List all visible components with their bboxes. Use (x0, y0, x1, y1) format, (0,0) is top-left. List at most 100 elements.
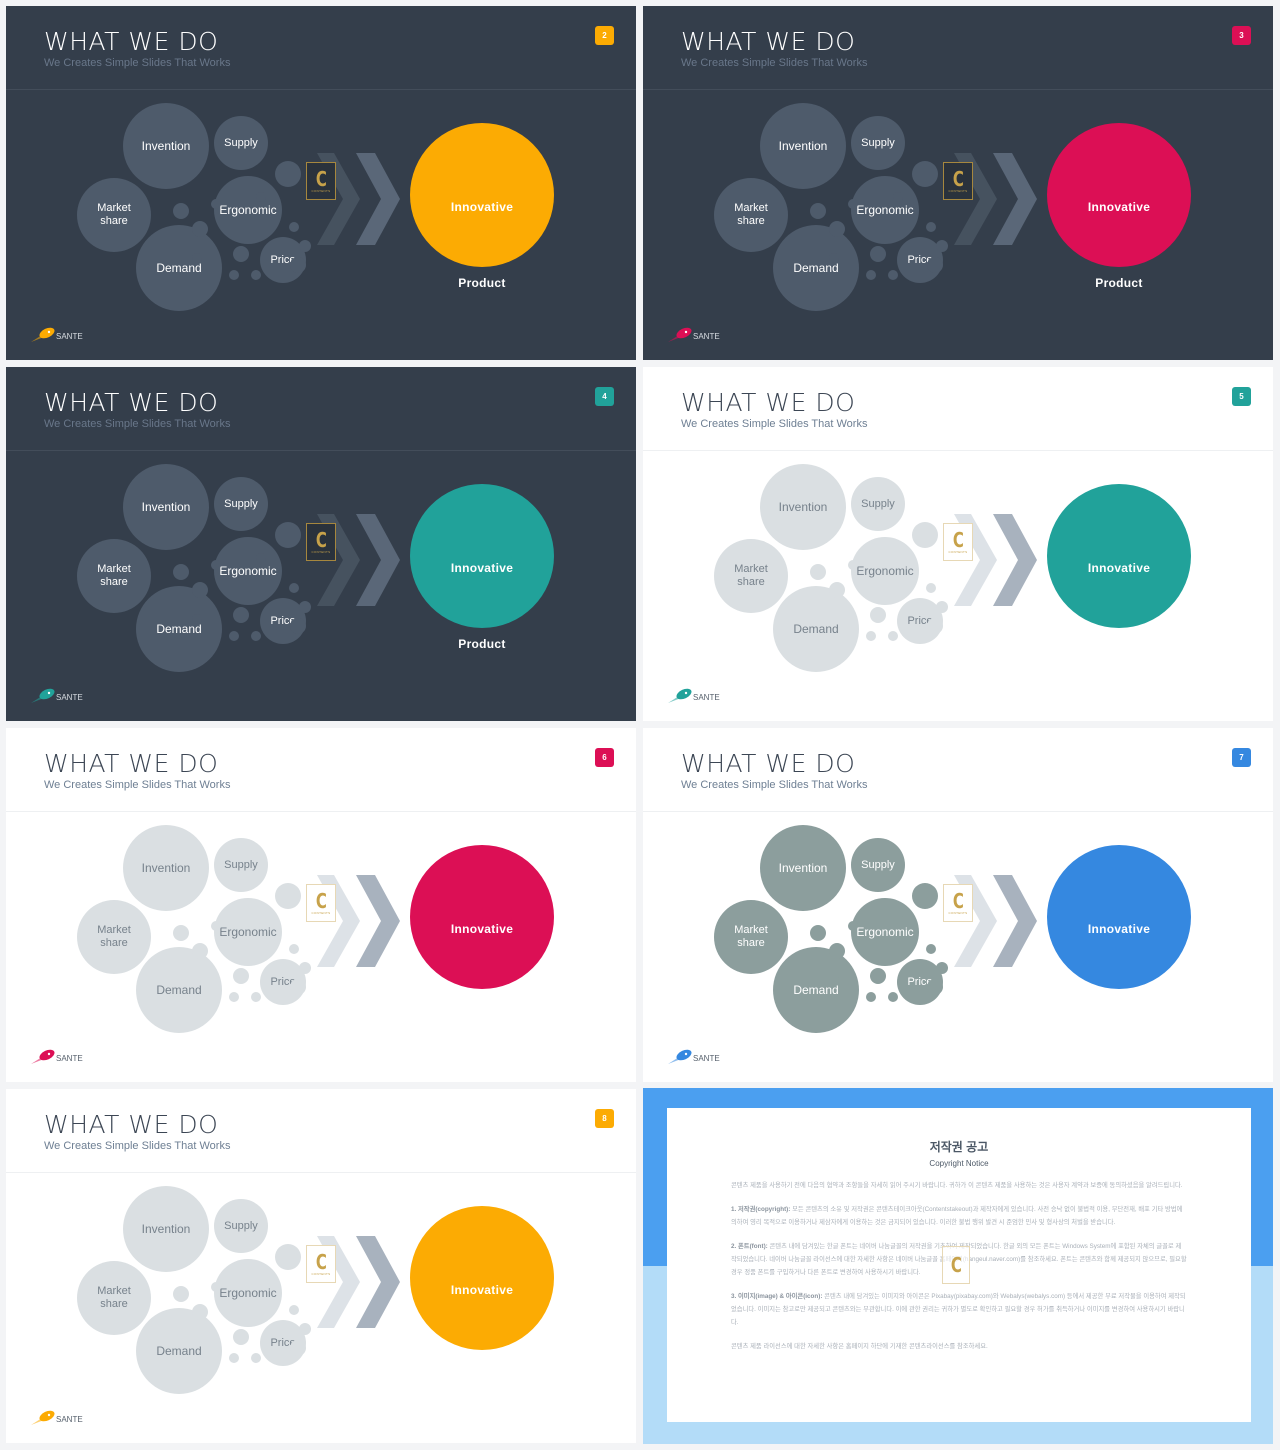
product-label-line: Product (1095, 997, 1143, 1012)
bubble-label: Invention (141, 138, 191, 153)
rocket-icon (31, 688, 55, 703)
bubble-ergonomic: Ergonomic (214, 898, 282, 966)
bubble-ergonomic: Ergonomic (214, 537, 282, 605)
bubble-diagram: Invention Supply Market share Ergonomic D… (6, 6, 636, 360)
watermark-letter: C (952, 889, 964, 913)
bubble-dot (866, 992, 876, 1002)
slide-thumbnail-8[interactable]: WHAT WE DO We Creates Simple Slides That… (6, 1089, 636, 1443)
bubble-label-line: share (737, 215, 765, 227)
bubble-dot (810, 925, 826, 941)
slide-thumbnail-5[interactable]: WHAT WE DO We Creates Simple Slides That… (643, 367, 1273, 721)
innovative-product-circle: Innovative Product (410, 1206, 554, 1372)
bubble-dot (275, 522, 301, 548)
bubble-dot (848, 921, 858, 931)
product-label-line: Product (458, 275, 506, 290)
bubble-dot (275, 883, 301, 909)
contents-watermark-logo: C CONTENTS (306, 1245, 336, 1283)
rocket-icon (668, 327, 692, 342)
bubble-market-share: Market share (714, 178, 788, 252)
section-body: 모든 콘텐츠의 소유 및 저작권은 콘텐츠테이크아웃(Contentstakeo… (731, 1206, 1183, 1226)
copyright-footer: 콘텐츠 제품 라이선스에 대한 자세한 사항은 홈페이지 하단에 기재한 콘텐츠… (731, 1343, 988, 1350)
slide-thumbnail-copyright[interactable]: 저작권 공고 Copyright Notice 콘텐츠 제품을 사용하기 전에 … (643, 1088, 1273, 1444)
rocket-icon (31, 327, 55, 342)
innovative-product-circle: Innovative Product (410, 123, 554, 289)
bubble-invention: Invention (760, 825, 846, 911)
chevron-front (356, 1236, 400, 1328)
slide-thumbnail-7[interactable]: WHAT WE DO We Creates Simple Slides That… (643, 728, 1273, 1082)
brand-logo: SANTE (30, 326, 83, 344)
bubble-dot (927, 257, 943, 273)
brand-logo: SANTE (667, 326, 720, 344)
bubble-dot (936, 601, 948, 613)
bubble-label: Ergonomic (219, 1285, 277, 1300)
chevron-front (356, 153, 400, 245)
rocket-icon (31, 1049, 55, 1064)
bubble-dot (927, 618, 943, 634)
bubble-supply: Supply (851, 116, 905, 170)
bubble-invention: Invention (123, 103, 209, 189)
bubble-ergonomic: Ergonomic (214, 1259, 282, 1327)
bubble-label: Invention (778, 860, 828, 875)
bubble-dot (290, 618, 306, 634)
innovative-product-circle: Innovative Product (1047, 123, 1191, 289)
bubble-dot (192, 1304, 208, 1320)
bubble-label: Supply (861, 497, 895, 510)
product-label: Innovative Product (451, 1234, 513, 1373)
bubble-dot (211, 1282, 221, 1292)
product-label-line: Innovative (450, 560, 514, 575)
bubble-label: Invention (141, 499, 191, 514)
bubble-demand: Demand (773, 586, 859, 672)
bubble-dot (192, 582, 208, 598)
bubble-label: Invention (778, 138, 828, 153)
product-label: Innovative Product (451, 873, 513, 1012)
bubble-dot (275, 1244, 301, 1270)
bubble-dot (251, 1353, 261, 1363)
brand-name: SANTE (56, 1415, 83, 1424)
product-label-line: Product (458, 1358, 506, 1373)
slide-thumbnail-4[interactable]: WHAT WE DO We Creates Simple Slides That… (6, 367, 636, 721)
bubble-dot (192, 1336, 202, 1346)
innovative-product-circle: Innovative Product (410, 484, 554, 650)
bubble-dot (229, 270, 239, 280)
contents-watermark-logo: C CONTENTS (943, 884, 973, 922)
bubble-dot (810, 564, 826, 580)
section-heading: 3. 이미지(image) & 아이콘(icon): (731, 1293, 823, 1300)
product-label-line: Product (1095, 275, 1143, 290)
bubble-dot (866, 270, 876, 280)
product-label-line: Product (458, 997, 506, 1012)
bubble-demand: Demand (136, 1308, 222, 1394)
bubble-dot (829, 975, 839, 985)
contents-watermark-logo: C CONTENTS (306, 884, 336, 922)
bubble-label: Ergonomic (856, 563, 914, 578)
copyright-notice-card: 저작권 공고 Copyright Notice 콘텐츠 제품을 사용하기 전에 … (667, 1108, 1251, 1422)
bubble-dot (299, 240, 311, 252)
bubble-dot (233, 607, 249, 623)
bubble-diagram: Invention Supply Market share Ergonomic D… (6, 1089, 636, 1443)
innovative-product-circle: Innovative Product (410, 845, 554, 1011)
bubble-label: Supply (224, 497, 258, 510)
bubble-label-line: share (737, 576, 765, 588)
bubble-dot (912, 161, 938, 187)
product-label-line: Innovative (450, 921, 514, 936)
bubble-dot (290, 1340, 306, 1356)
bubble-dot (256, 192, 266, 202)
bubble-dot (289, 944, 299, 954)
contents-watermark-logo: C CONTENTS (306, 162, 336, 200)
bubble-dot (211, 921, 221, 931)
slide-thumbnail-2[interactable]: WHAT WE DO We Creates Simple Slides That… (6, 6, 636, 360)
innovative-product-circle: Innovative Product (1047, 484, 1191, 650)
bubble-label: Ergonomic (219, 563, 277, 578)
bubble-dot (173, 203, 189, 219)
slide-thumbnail-3[interactable]: WHAT WE DO We Creates Simple Slides That… (643, 6, 1273, 360)
bubble-label-line: share (100, 1298, 128, 1310)
bubble-dot (192, 221, 208, 237)
bubble-dot (848, 199, 858, 209)
bubble-label: Supply (224, 136, 258, 149)
copyright-section-3: 3. 이미지(image) & 아이콘(icon): 콘텐츠 내에 담겨있는 이… (731, 1290, 1187, 1329)
bubble-dot (251, 992, 261, 1002)
bubble-dot (192, 614, 202, 624)
bubble-label-line: Market (97, 924, 131, 936)
bubble-dot (912, 883, 938, 909)
slide-thumbnail-6[interactable]: WHAT WE DO We Creates Simple Slides That… (6, 728, 636, 1082)
brand-name: SANTE (693, 332, 720, 341)
